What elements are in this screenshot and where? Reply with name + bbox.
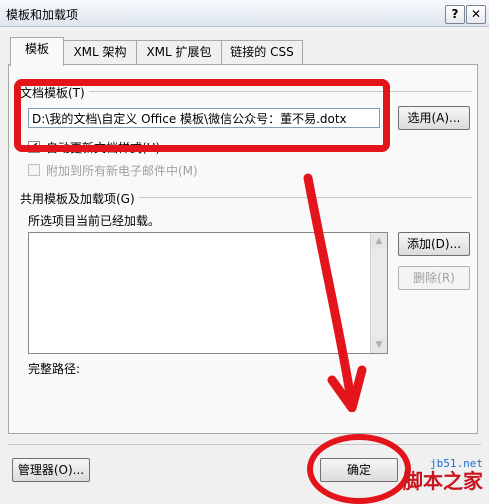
global-templates-label: 共用模板及加载项(G)	[20, 190, 139, 207]
attach-mail-label: 附加到所有新电子邮件中(M)	[46, 164, 198, 178]
loaded-hint: 所选项目当前已经加载。	[28, 214, 161, 228]
help-button[interactable]: ?	[445, 5, 465, 24]
full-path-label: 完整路径:	[28, 362, 81, 376]
tab-xml-schema[interactable]: XML 架构	[63, 40, 137, 65]
tab-linked-css[interactable]: 链接的 CSS	[221, 40, 303, 65]
red-arrow	[303, 173, 367, 412]
window-title: 模板和加载项	[6, 8, 79, 22]
title-bar: 模板和加载项 ? ✕	[0, 0, 489, 27]
remove-button[interactable]: 删除(R)	[398, 266, 470, 290]
organizer-button[interactable]: 管理器(O)...	[12, 458, 90, 482]
tab-xml-expansion-pack[interactable]: XML 扩展包	[136, 40, 222, 65]
watermark-site: 脚本之家	[403, 469, 483, 493]
tab-templates[interactable]: 模板	[10, 37, 64, 66]
attach-mail-checkbox[interactable]	[28, 164, 40, 176]
add-button[interactable]: 添加(D)...	[398, 232, 470, 256]
highlight-rectangle	[14, 79, 390, 152]
footer-divider	[8, 444, 481, 445]
attach-button[interactable]: 选用(A)...	[398, 106, 470, 130]
watermark: jb51.net 脚本之家	[403, 457, 483, 492]
close-button[interactable]: ✕	[466, 5, 486, 24]
